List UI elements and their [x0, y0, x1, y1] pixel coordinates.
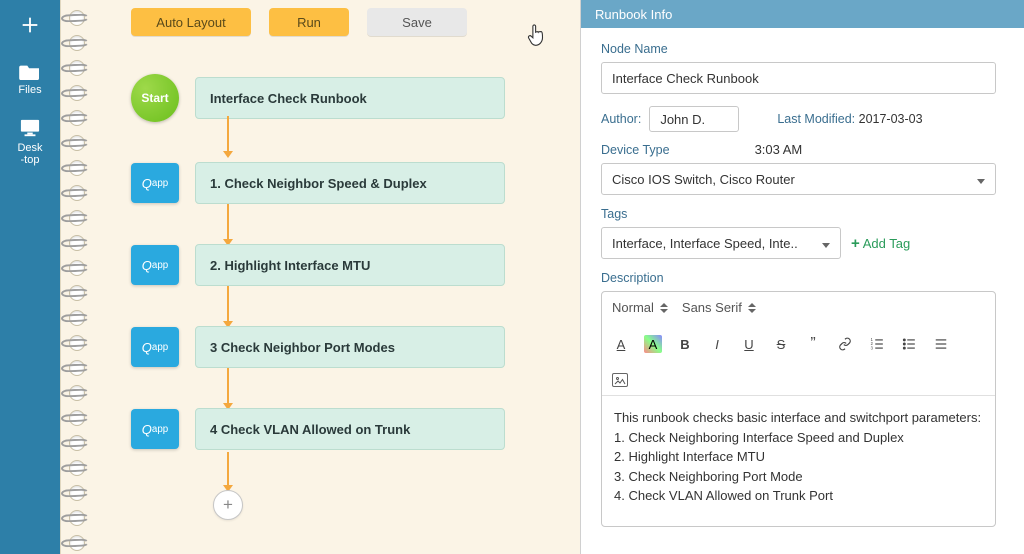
- author-label: Author:: [601, 112, 641, 126]
- step-box[interactable]: 4 Check VLAN Allowed on Trunk: [195, 408, 505, 450]
- flow-row: Qapp 4 Check VLAN Allowed on Trunk: [131, 408, 580, 450]
- strike-button[interactable]: S: [772, 335, 790, 353]
- flow: Start Interface Check Runbook Qapp 1. Check…: [61, 44, 580, 520]
- italic-button[interactable]: I: [708, 335, 726, 353]
- canvas: Auto Layout Run Save Start Interface Chec…: [60, 0, 580, 554]
- flow-connector: [227, 116, 229, 152]
- flow-row: Qapp 2. Highlight Interface MTU: [131, 244, 580, 286]
- canvas-toolbar: Auto Layout Run Save: [61, 0, 580, 44]
- flow-connector: [227, 452, 229, 486]
- qapp-node[interactable]: Qapp: [131, 409, 179, 449]
- rail-item-label: Files: [18, 84, 41, 96]
- step-box[interactable]: 2. Highlight Interface MTU: [195, 244, 505, 286]
- flow-connector: [227, 204, 229, 240]
- tags-value: Interface, Interface Speed, Inte..: [612, 236, 798, 251]
- panel-title: Runbook Info: [581, 0, 1024, 28]
- sort-icon: [748, 303, 756, 313]
- last-modified-label: Last Modified:: [777, 112, 855, 126]
- device-type-select[interactable]: Cisco IOS Switch, Cisco Router: [601, 163, 996, 195]
- add-step-button[interactable]: +: [213, 490, 243, 520]
- highlight-button[interactable]: A: [644, 335, 662, 353]
- rich-text-editor: Normal Sans Serif A A B I U S: [601, 291, 996, 527]
- auto-layout-button[interactable]: Auto Layout: [131, 8, 251, 36]
- flow-row: Start Interface Check Runbook: [131, 74, 580, 122]
- node-name-label: Node Name: [601, 42, 996, 56]
- align-button[interactable]: [932, 335, 950, 353]
- quote-button[interactable]: ”: [804, 335, 822, 353]
- svg-text:3: 3: [871, 345, 874, 350]
- step-box[interactable]: 1. Check Neighbor Speed & Duplex: [195, 162, 505, 204]
- rail-item-label: Desk -top: [17, 142, 42, 166]
- add-tag-label: Add Tag: [863, 236, 910, 251]
- info-panel: Runbook Info Node Name Author: Last Modi…: [580, 0, 1024, 554]
- device-type-value: Cisco IOS Switch, Cisco Router: [612, 172, 795, 187]
- plus-icon: +: [851, 235, 860, 252]
- bold-button[interactable]: B: [676, 335, 694, 353]
- qapp-node[interactable]: Qapp: [131, 163, 179, 203]
- add-tag-button[interactable]: + Add Tag: [851, 235, 910, 252]
- rail-item-files[interactable]: Files: [0, 48, 60, 104]
- left-rail: Files Desk -top: [0, 0, 60, 554]
- step-box[interactable]: 3 Check Neighbor Port Modes: [195, 326, 505, 368]
- last-modified-time: 3:03 AM: [755, 142, 803, 157]
- desktop-icon: [19, 118, 41, 138]
- underline-button[interactable]: U: [740, 335, 758, 353]
- run-button[interactable]: Run: [269, 8, 349, 36]
- rail-item-new[interactable]: [0, 0, 60, 48]
- chevron-down-icon: [977, 172, 985, 187]
- rail-item-desktop[interactable]: Desk -top: [0, 104, 60, 174]
- tags-select[interactable]: Interface, Interface Speed, Inte..: [601, 227, 841, 259]
- save-button[interactable]: Save: [367, 8, 467, 36]
- editor-toolbar: Normal Sans Serif A A B I U S: [602, 292, 995, 396]
- last-modified-date: 2017-03-03: [859, 112, 923, 126]
- step-box[interactable]: Interface Check Runbook: [195, 77, 505, 119]
- flow-row: Qapp 1. Check Neighbor Speed & Duplex: [131, 162, 580, 204]
- folder-icon: [19, 62, 41, 80]
- font-color-button[interactable]: A: [612, 335, 630, 353]
- chevron-down-icon: [822, 236, 830, 251]
- flow-connector: [227, 368, 229, 404]
- qapp-node[interactable]: Qapp: [131, 327, 179, 367]
- bullet-list-button[interactable]: [900, 335, 918, 353]
- plus-icon: [19, 14, 41, 36]
- tags-label: Tags: [601, 207, 996, 221]
- start-node[interactable]: Start: [131, 74, 179, 122]
- ordered-list-button[interactable]: 123: [868, 335, 886, 353]
- editor-body[interactable]: This runbook checks basic interface and …: [602, 396, 995, 526]
- link-button[interactable]: [836, 335, 854, 353]
- node-name-input[interactable]: [601, 62, 996, 94]
- font-family-select[interactable]: Sans Serif: [682, 300, 756, 315]
- sort-icon: [660, 303, 668, 313]
- description-label: Description: [601, 271, 996, 285]
- flow-connector: [227, 286, 229, 322]
- flow-row: Qapp 3 Check Neighbor Port Modes: [131, 326, 580, 368]
- device-type-label: Device Type: [601, 143, 670, 157]
- image-button[interactable]: [612, 373, 628, 387]
- qapp-node[interactable]: Qapp: [131, 245, 179, 285]
- paragraph-style-select[interactable]: Normal: [612, 300, 668, 315]
- author-input[interactable]: [649, 106, 739, 132]
